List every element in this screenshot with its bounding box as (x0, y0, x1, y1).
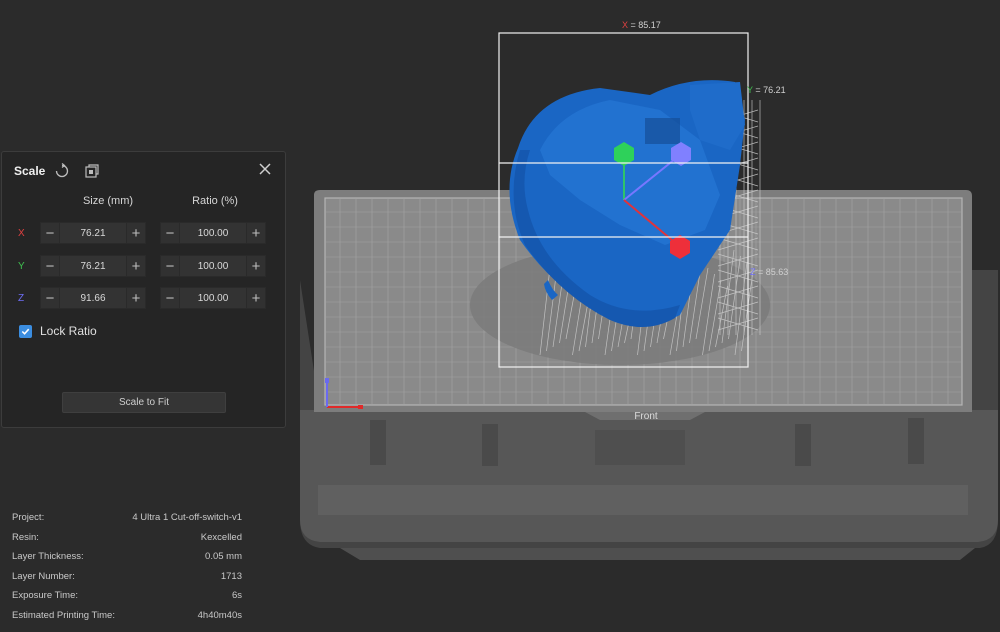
ratio-increment-z[interactable]: + (246, 287, 266, 309)
size-increment-x[interactable]: + (126, 222, 146, 244)
ratio-stepper-y[interactable]: − 100.00 + (160, 255, 266, 277)
ratio-decrement-z[interactable]: − (160, 287, 180, 309)
dimension-y-label: Y = 76.21 (747, 85, 786, 95)
info-value: 1713 (220, 570, 242, 582)
lock-ratio-checkbox[interactable]: Lock Ratio (19, 324, 97, 338)
info-label: Resin: (12, 531, 39, 543)
scale-row-y: Y − 76.21 + − 100.00 + (2, 255, 285, 279)
info-value: 6s (231, 590, 242, 601)
size-increment-y[interactable]: + (126, 255, 146, 277)
info-row-project: Project: 4 Ultra 1 Cut-off-switch-v1 (12, 512, 242, 532)
info-row-printing-time: Estimated Printing Time: 4h40m40s (12, 610, 242, 630)
ratio-input-z[interactable]: 100.00 (180, 287, 246, 309)
ratio-input-y[interactable]: 100.00 (180, 255, 246, 277)
info-label: Estimated Printing Time: (12, 609, 115, 621)
project-info: Project: 4 Ultra 1 Cut-off-switch-v1 Res… (12, 512, 242, 629)
size-input-x[interactable]: 76.21 (60, 222, 126, 244)
close-button[interactable] (257, 161, 273, 177)
plate-front-label: Front (634, 411, 658, 422)
ratio-decrement-y[interactable]: − (160, 255, 180, 277)
panel-title: Scale (14, 164, 46, 178)
ratio-decrement-x[interactable]: − (160, 222, 180, 244)
lock-ratio-label: Lock Ratio (40, 324, 97, 338)
info-row-layer-number: Layer Number: 1713 (12, 571, 242, 591)
scale-to-fit-button[interactable]: Scale to Fit (62, 392, 226, 413)
close-icon (259, 163, 271, 175)
info-value: 4h40m40s (197, 609, 242, 621)
size-increment-z[interactable]: + (126, 287, 146, 309)
info-value: 4 Ultra 1 Cut-off-switch-v1 (132, 512, 242, 523)
reset-icon[interactable] (54, 162, 70, 179)
size-input-y[interactable]: 76.21 (60, 255, 126, 277)
axis-label-y: Y (18, 261, 25, 272)
size-decrement-x[interactable]: − (40, 222, 60, 244)
info-row-layer-thickness: Layer Thickness: 0.05 mm (12, 551, 242, 571)
info-row-exposure-time: Exposure Time: 6s (12, 590, 242, 610)
dimension-z-label: Z = 85.63 (750, 267, 789, 277)
size-stepper-z[interactable]: − 91.66 + (40, 287, 146, 309)
info-label: Project: (12, 512, 45, 523)
size-input-z[interactable]: 91.66 (60, 287, 126, 309)
scale-row-x: X − 76.21 + − 100.00 + (2, 222, 285, 246)
copy-icon[interactable] (84, 163, 100, 179)
info-row-resin: Resin: Kexcelled (12, 532, 242, 552)
checkmark-icon (19, 324, 32, 338)
info-label: Layer Number: (12, 570, 75, 582)
info-label: Layer Thickness: (12, 551, 84, 562)
ratio-input-x[interactable]: 100.00 (180, 222, 246, 244)
size-stepper-y[interactable]: − 76.21 + (40, 255, 146, 277)
scale-row-z: Z − 91.66 + − 100.00 + (2, 287, 285, 311)
ratio-increment-y[interactable]: + (246, 255, 266, 277)
dimension-x-label: X = 85.17 (622, 20, 661, 30)
ratio-stepper-z[interactable]: − 100.00 + (160, 287, 266, 309)
info-value: Kexcelled (200, 531, 242, 543)
size-column-header: Size (mm) (82, 195, 134, 207)
scale-panel: Scale Size (mm) Ratio (%) X − 76.21 + − … (1, 151, 286, 428)
size-stepper-x[interactable]: − 76.21 + (40, 222, 146, 244)
axis-label-x: X (18, 228, 25, 239)
info-value: 0.05 mm (205, 551, 242, 562)
info-label: Exposure Time: (12, 590, 78, 601)
axis-label-z: Z (18, 293, 25, 304)
size-decrement-z[interactable]: − (40, 287, 60, 309)
ratio-increment-x[interactable]: + (246, 222, 266, 244)
ratio-stepper-x[interactable]: − 100.00 + (160, 222, 266, 244)
ratio-column-header: Ratio (%) (192, 195, 238, 207)
size-decrement-y[interactable]: − (40, 255, 60, 277)
